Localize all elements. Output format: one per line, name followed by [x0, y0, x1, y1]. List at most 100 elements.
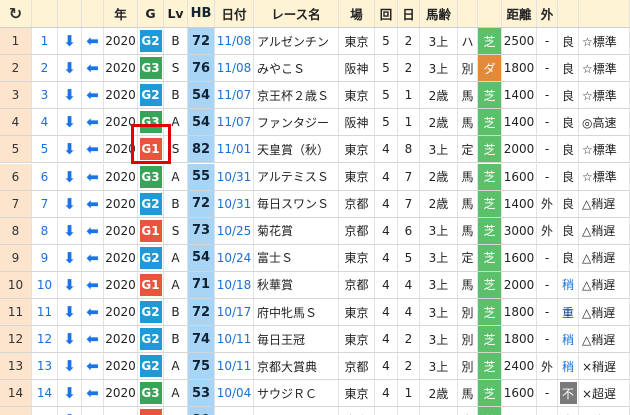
header-day[interactable]: 日	[398, 0, 420, 27]
move-down-arrow-icon[interactable]: ⬇	[58, 109, 82, 136]
row-index-link[interactable]: 15	[32, 407, 58, 415]
table-row[interactable]: 13 13 ⬇ ⬅ 2020 G2 A 75 10/11 京都大賞典 京都 4 2 3上別芝 2400 外稍 ×…	[0, 353, 630, 381]
row-index-link[interactable]: 2	[32, 55, 58, 82]
date-link[interactable]: 11/01	[215, 136, 254, 163]
date-link[interactable]: 10/17	[215, 299, 254, 326]
row-index-link[interactable]: 6	[32, 163, 58, 190]
move-down-arrow-icon[interactable]: ⬇	[58, 190, 82, 217]
header-hb[interactable]: HB	[188, 0, 215, 27]
row-index-link[interactable]: 14	[32, 380, 58, 407]
header-tag	[579, 0, 630, 27]
date-link[interactable]: 10/04	[215, 380, 254, 407]
move-down-arrow-icon[interactable]: ⬇	[58, 82, 82, 109]
move-down-arrow-icon[interactable]: ⬇	[58, 136, 82, 163]
move-left-arrow-icon[interactable]: ⬅	[82, 407, 104, 415]
table-row[interactable]: 14 14 ⬇ ⬅ 2020 G3 A 53 10/04 サウジＲＣ 東京 4 1 2歳馬芝 1600- 不 ×…	[0, 380, 630, 408]
move-left-arrow-icon[interactable]: ⬅	[82, 136, 104, 163]
table-row[interactable]: 12 12 ⬇ ⬅ 2020 G2 B 74 10/11 毎日王冠 東京 4 2 3上別芝 1800- 稍 △稍…	[0, 326, 630, 354]
date-link[interactable]: 11/08	[215, 28, 254, 55]
age-cell: 3上	[420, 217, 458, 244]
move-left-arrow-icon[interactable]: ⬅	[82, 299, 104, 326]
row-index-link[interactable]: 1	[32, 28, 58, 55]
move-left-arrow-icon[interactable]: ⬅	[82, 82, 104, 109]
date-link[interactable]: 10/18	[215, 271, 254, 298]
date-link[interactable]: 10/04	[215, 407, 254, 415]
move-down-arrow-icon[interactable]: ⬇	[58, 299, 82, 326]
row-index-link[interactable]: 8	[32, 217, 58, 244]
date-link[interactable]: 10/25	[215, 217, 254, 244]
move-down-arrow-icon[interactable]: ⬇	[58, 271, 82, 298]
table-row[interactable]: 5 5 ⬇ ⬅ 2020 G1 S 82 11/01 天皇賞（秋） 東京 4 8 3上定芝 2000- 良 ☆標…	[0, 136, 630, 164]
row-index-link[interactable]: 9	[32, 244, 58, 271]
date-link[interactable]: 10/11	[215, 326, 254, 353]
date-link[interactable]: 11/08	[215, 55, 254, 82]
date-link[interactable]: 10/24	[215, 244, 254, 271]
header-level[interactable]: Lv	[164, 0, 188, 27]
move-down-arrow-icon[interactable]: ⬇	[58, 380, 82, 407]
header-race-name[interactable]: レース名	[254, 0, 339, 27]
row-index-link[interactable]: 5	[32, 136, 58, 163]
date-link[interactable]: 11/07	[215, 82, 254, 109]
day-cell: 4	[398, 299, 420, 326]
level-cell: A	[164, 109, 188, 136]
table-row[interactable]: 11 11 ⬇ ⬅ 2020 G2 B 72 10/17 府中牝馬Ｓ 東京 4 4 3上別芝 1800- 重 △…	[0, 299, 630, 327]
move-down-arrow-icon[interactable]: ⬇	[58, 244, 82, 271]
grade-cell: G2	[138, 326, 164, 353]
table-row[interactable]: 3 3 ⬇ ⬅ 2020 G2 B 54 11/07 京王杯２歳Ｓ 東京 5 1 2歳馬芝 1400- 良 ☆標…	[0, 82, 630, 110]
table-row[interactable]: 1515⬇⬅2020G1S8010/04スプリンター中山493上定芝1200-良…	[0, 407, 630, 415]
table-row[interactable]: 4 4 ⬇ ⬅ 2020 G3 A 54 11/07 ファンタジー 阪神 5 1 2歳馬芝 1400- 良 ◎高…	[0, 109, 630, 137]
table-row[interactable]: 10 10 ⬇ ⬅ 2020 G1 A 71 10/18 秋華賞 京都 4 4 3上馬芝 2000- 稍 △稍遅	[0, 271, 630, 299]
row-index-link[interactable]: 13	[32, 353, 58, 380]
surface-badge: 芝	[478, 244, 501, 271]
move-down-arrow-icon[interactable]: ⬇	[58, 353, 82, 380]
move-down-arrow-icon[interactable]: ⬇	[58, 163, 82, 190]
row-index-link[interactable]: 7	[32, 190, 58, 217]
table-row[interactable]: 9 9 ⬇ ⬅ 2020 G2 A 54 10/24 富士Ｓ 東京 4 5 3上定芝 1600- 良 △稍遅	[0, 244, 630, 272]
move-left-arrow-icon[interactable]: ⬅	[82, 353, 104, 380]
date-link[interactable]: 10/11	[215, 353, 254, 380]
table-row[interactable]: 6 6 ⬇ ⬅ 2020 G3 A 55 10/31 アルテミスＳ 東京 4 7 2歳馬芝 1600- 良 ☆標…	[0, 163, 630, 191]
move-down-arrow-icon[interactable]: ⬇	[58, 217, 82, 244]
row-index-link[interactable]: 11	[32, 299, 58, 326]
date-link[interactable]: 11/07	[215, 109, 254, 136]
move-down-arrow-icon[interactable]: ⬇	[58, 407, 82, 415]
row-index-link[interactable]: 3	[32, 82, 58, 109]
move-down-arrow-icon[interactable]: ⬇	[58, 326, 82, 353]
header-date[interactable]: 日付	[215, 0, 254, 27]
distance-cell: 1400	[502, 109, 537, 136]
header-year[interactable]: 年	[104, 0, 138, 27]
pace-tag-cell: △稍遅	[579, 217, 630, 244]
move-left-arrow-icon[interactable]: ⬅	[82, 28, 104, 55]
age-cell: 3上	[420, 299, 458, 326]
table-row[interactable]: 2 2 ⬇ ⬅ 2020 G3 S 76 11/08 みやこＳ 阪神 5 2 3上別ダ 1800- 良 ☆標準	[0, 55, 630, 83]
move-left-arrow-icon[interactable]: ⬅	[82, 55, 104, 82]
move-down-arrow-icon[interactable]: ⬇	[58, 55, 82, 82]
row-index-link[interactable]: 12	[32, 326, 58, 353]
row-index-link[interactable]: 10	[32, 271, 58, 298]
move-left-arrow-icon[interactable]: ⬅	[82, 244, 104, 271]
distance-cell: 1600	[502, 380, 537, 407]
header-grade[interactable]: G	[138, 0, 164, 27]
table-row[interactable]: 7 7 ⬇ ⬅ 2020 G2 B 72 10/31 毎日スワンＳ 京都 4 7 2歳馬芝 1400 外良 △稍…	[0, 190, 630, 218]
distance-cell: 2400	[502, 353, 537, 380]
move-left-arrow-icon[interactable]: ⬅	[82, 109, 104, 136]
move-left-arrow-icon[interactable]: ⬅	[82, 190, 104, 217]
header-track	[558, 0, 579, 27]
header-kai[interactable]: 回	[375, 0, 398, 27]
date-link[interactable]: 10/31	[215, 190, 254, 217]
header-distance[interactable]: 距離	[502, 0, 537, 27]
move-left-arrow-icon[interactable]: ⬅	[82, 163, 104, 190]
move-left-arrow-icon[interactable]: ⬅	[82, 217, 104, 244]
header-place[interactable]: 場	[339, 0, 375, 27]
header-outer[interactable]: 外	[537, 0, 558, 27]
header-age[interactable]: 馬齢	[420, 0, 458, 27]
refresh-icon[interactable]: ↻	[0, 0, 32, 27]
move-down-arrow-icon[interactable]: ⬇	[58, 28, 82, 55]
table-row[interactable]: 8 8 ⬇ ⬅ 2020 G1 S 73 10/25 菊花賞 京都 4 6 3上馬芝 3000 外良 △稍遅	[0, 217, 630, 245]
table-row[interactable]: 1 1 ⬇ ⬅ 2020 G2 B 72 11/08 アルゼンチン 東京 5 2 3上ハ芝 2500- 良 ☆標…	[0, 28, 630, 56]
row-index-link[interactable]: 4	[32, 109, 58, 136]
date-link[interactable]: 10/31	[215, 163, 254, 190]
move-left-arrow-icon[interactable]: ⬅	[82, 326, 104, 353]
move-left-arrow-icon[interactable]: ⬅	[82, 271, 104, 298]
move-left-arrow-icon[interactable]: ⬅	[82, 380, 104, 407]
